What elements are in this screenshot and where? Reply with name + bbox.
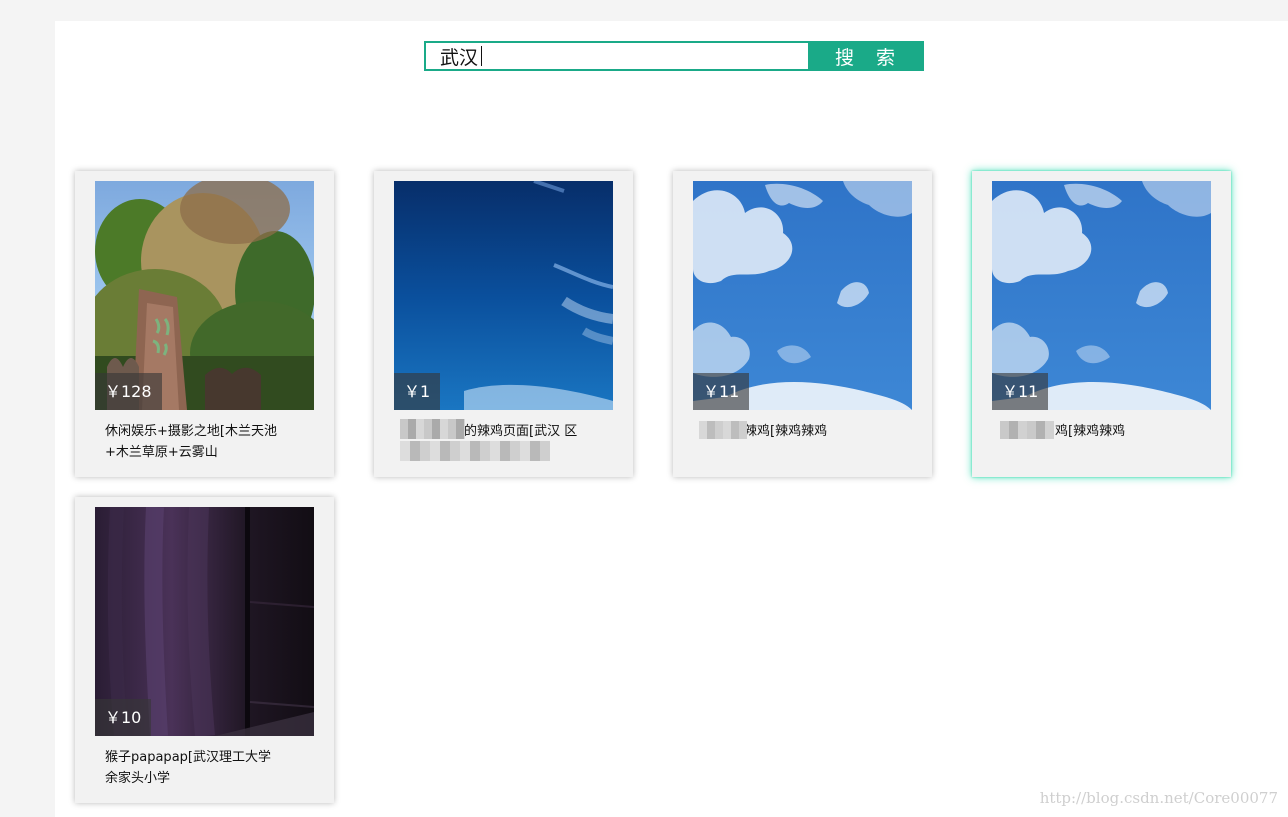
product-image-1[interactable]: ￥128 — [95, 181, 314, 410]
product-image-4[interactable]: ￥11 — [992, 181, 1211, 410]
product-image-5[interactable]: ￥10 — [95, 507, 314, 736]
product-title[interactable]: 辣鸡[辣鸡辣鸡 — [744, 421, 884, 442]
censor-mosaic — [400, 441, 550, 461]
watermark-text: http://blog.csdn.net/Core00077 — [1039, 789, 1278, 807]
censor-mosaic — [400, 419, 465, 439]
product-card-1[interactable]: ￥128 休闲娱乐+摄影之地[木兰天池+木兰草原+云雾山 — [75, 171, 334, 477]
price-badge: ￥10 — [95, 699, 152, 736]
search-input[interactable] — [426, 43, 808, 69]
price-badge: ￥128 — [95, 373, 162, 410]
censor-mosaic — [1000, 421, 1054, 439]
search-button[interactable]: 搜 索 — [808, 43, 922, 69]
product-title[interactable]: 鸡[辣鸡辣鸡 — [1055, 421, 1185, 442]
product-card-4[interactable]: ￥11 鸡[辣鸡辣鸡 — [972, 171, 1231, 477]
product-title[interactable]: 的辣鸡页面[武汉 区 — [464, 421, 584, 442]
text-cursor-icon — [481, 46, 482, 66]
product-card-5[interactable]: ￥10 猴子papapap[武汉理工大学余家头小学 — [75, 497, 334, 803]
product-card-2[interactable]: ￥1 的辣鸡页面[武汉 区 — [374, 171, 633, 477]
product-title[interactable]: 猴子papapap[武汉理工大学余家头小学 — [105, 747, 283, 789]
product-title[interactable]: 休闲娱乐+摄影之地[木兰天池+木兰草原+云雾山 — [105, 421, 283, 463]
product-image-2[interactable]: ￥1 — [394, 181, 613, 410]
price-badge: ￥11 — [693, 373, 750, 410]
search-bar: 搜 索 — [424, 41, 924, 71]
product-card-3[interactable]: ￥11 辣鸡[辣鸡辣鸡 — [673, 171, 932, 477]
censor-mosaic — [699, 421, 747, 439]
price-badge: ￥1 — [394, 373, 441, 410]
price-badge: ￥11 — [992, 373, 1049, 410]
product-image-3[interactable]: ￥11 — [693, 181, 912, 410]
